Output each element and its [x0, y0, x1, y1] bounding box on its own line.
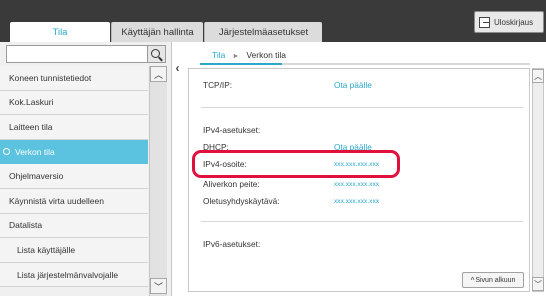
menu-item-user-list[interactable]: Lista käyttäjälle: [0, 238, 148, 263]
menu-item-firmware-version[interactable]: Ohjelmaversio: [0, 164, 148, 189]
ipv4-address-highlight: [192, 150, 400, 178]
tab-user-management[interactable]: Käyttäjän hallinta: [111, 22, 203, 42]
subnet-mask-value: xxx.xxx.xxx.xxx: [334, 181, 380, 188]
menu-item-admin-list[interactable]: Lista järjestelmänvalvojalle: [0, 262, 148, 288]
divider: [201, 221, 523, 222]
left-navigation: Koneen tunnistetiedot Kok.Laskuri Laitte…: [0, 42, 172, 296]
scroll-down-button[interactable]: ﹀: [150, 278, 167, 294]
subnet-mask-label: Aliverkon peite:: [203, 179, 260, 189]
search-input[interactable]: [6, 45, 148, 63]
network-status-panel: TCP/IP: Ota päälle IPv4-asetukset: DHCP:…: [188, 68, 530, 292]
caret-up-icon: ^: [470, 275, 475, 285]
menu-item-data-list[interactable]: Datalista: [0, 213, 148, 239]
menu-item-label: Verkon tila: [15, 146, 55, 157]
menu-item-total-count[interactable]: Kok.Laskuri: [0, 90, 148, 116]
search-button[interactable]: [148, 45, 166, 63]
tcpip-label: TCP/IP:: [203, 80, 233, 90]
default-gateway-label: Oletusyhdyskäytävä:: [203, 196, 280, 206]
tcpip-value: Ota päälle: [334, 80, 372, 90]
content-scroll-down-button[interactable]: ﹀: [532, 277, 544, 291]
breadcrumb-separator-icon: ►: [232, 53, 240, 60]
back-to-top-button[interactable]: ^ Sivun alkuun: [462, 272, 524, 288]
ipv6-section-title: IPv6-asetukset:: [203, 239, 261, 249]
content-scrollbar[interactable]: ︿ ﹀: [532, 68, 544, 292]
breadcrumb-underline: [200, 63, 530, 65]
logout-label: Uloskirjaus: [494, 17, 534, 27]
tab-status[interactable]: Tila: [10, 22, 110, 42]
chevron-down-icon: ﹀: [153, 281, 163, 292]
tab-system-settings[interactable]: Järjestelmäasetukset: [204, 22, 322, 42]
breadcrumb-current: Verkon tila: [246, 50, 287, 60]
breadcrumb: Tila ► Verkon tila: [212, 50, 286, 60]
chevron-up-icon: ︿: [153, 69, 163, 80]
chevron-up-icon: ︿: [534, 71, 542, 81]
chevron-down-icon: ﹀: [534, 279, 542, 289]
search-icon: [151, 48, 160, 58]
breadcrumb-root[interactable]: Tila: [212, 50, 225, 60]
content-scroll-up-button[interactable]: ︿: [532, 69, 544, 83]
logout-icon: [479, 16, 490, 28]
logout-button[interactable]: Uloskirjaus: [474, 11, 544, 33]
default-gateway-value: xxx.xxx.xxx.xxx: [334, 198, 380, 205]
back-to-top-label: Sivun alkuun: [475, 276, 516, 284]
selected-indicator-icon: [3, 147, 10, 155]
collapse-panel-button[interactable]: ‹: [172, 60, 183, 76]
menu-item-machine-id[interactable]: Koneen tunnistetiedot: [0, 66, 148, 91]
menu-item-network-status[interactable]: Verkon tila: [0, 139, 148, 165]
chevron-left-icon: ‹: [175, 61, 180, 75]
top-bar: Tila Käyttäjän hallinta Järjestelmäasetu…: [0, 0, 546, 42]
ipv4-section-title: IPv4-asetukset:: [203, 125, 261, 135]
menu-list: Koneen tunnistetiedot Kok.Laskuri Laitte…: [0, 66, 148, 288]
scroll-up-button[interactable]: ︿: [150, 66, 167, 82]
menu-scrollbar[interactable]: ︿ ﹀: [149, 66, 167, 296]
menu-item-device-status[interactable]: Laitteen tila: [0, 115, 148, 140]
menu-item-restart[interactable]: Käynnistä virta uudelleen: [0, 188, 148, 214]
divider: [201, 107, 523, 108]
